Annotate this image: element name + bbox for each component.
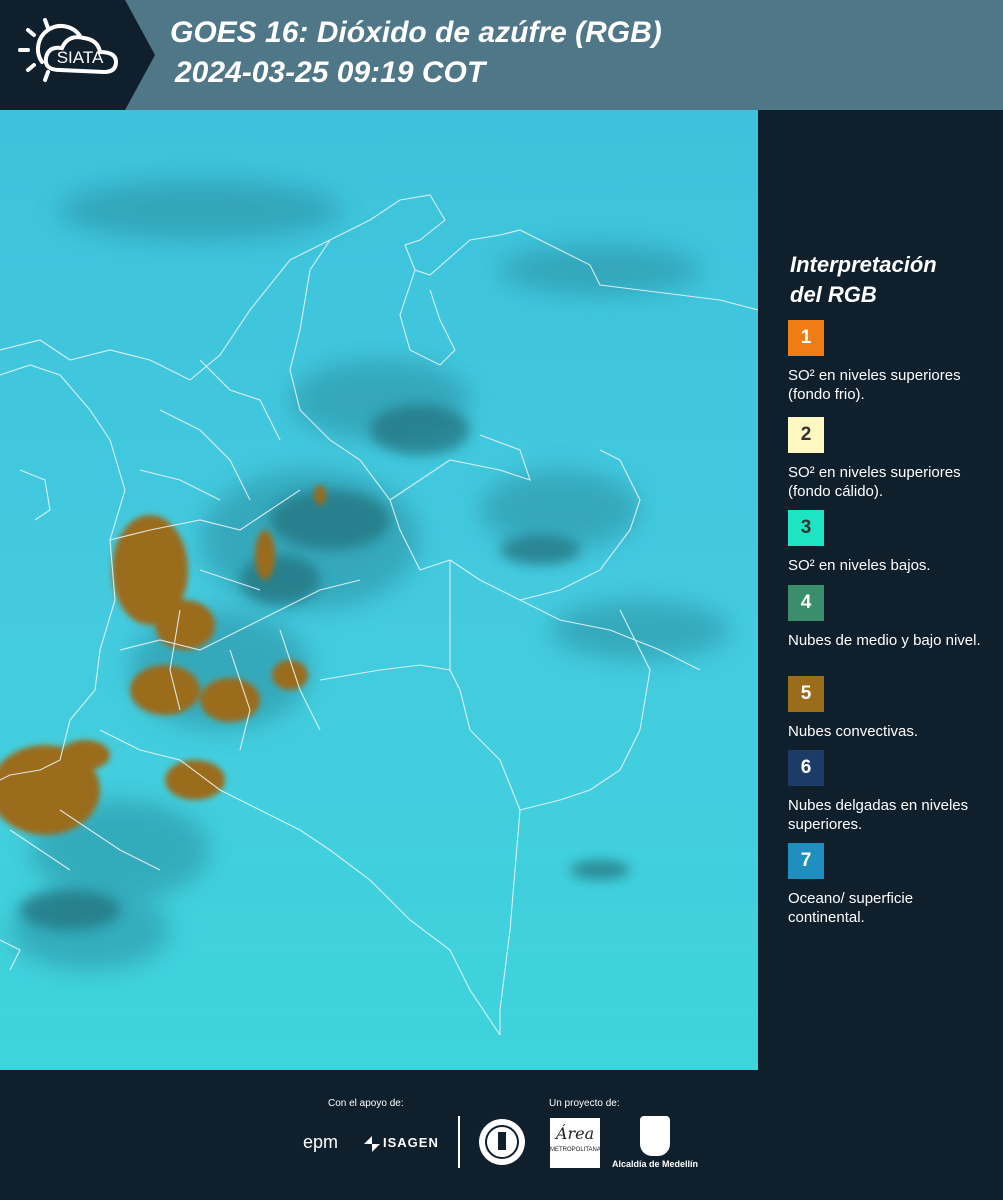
- project-label: Un proyecto de:: [549, 1098, 620, 1109]
- isagen-logo-text: ISAGEN: [383, 1135, 439, 1150]
- legend-title-line2: del RGB: [790, 282, 877, 307]
- legend-item-2: 2 SO² en niveles superiores (fondo cálid…: [788, 417, 993, 501]
- metropolitana-logo-text: Área: [555, 1124, 595, 1143]
- legend-text: Nubes convectivas.: [788, 723, 919, 740]
- legend-text: Nubes delgadas en niveles superiores.: [788, 797, 969, 833]
- seal-logo: [478, 1118, 526, 1171]
- legend-swatch-7: 7: [788, 843, 824, 879]
- legend-number: 5: [800, 683, 812, 704]
- legend-swatch-4: 4: [788, 585, 824, 621]
- header-bar: SIATA GOES 16: Dióxido de azúfre (RGB) 2…: [0, 0, 1003, 110]
- legend-number: 2: [800, 424, 812, 445]
- legend-swatch-3: 3: [788, 510, 824, 546]
- alcaldia-label: Alcaldía de Medellín: [612, 1159, 699, 1169]
- epm-logo: epm: [303, 1132, 339, 1152]
- legend-number: 4: [800, 592, 812, 613]
- legend-number: 7: [800, 850, 812, 871]
- legend-swatch-5: 5: [788, 676, 824, 712]
- page-title: GOES 16: Dióxido de azúfre (RGB): [170, 16, 662, 49]
- footer-divider: [458, 1116, 460, 1168]
- legend-item-1: 1 SO² en niveles superiores (fondo frio)…: [788, 320, 993, 404]
- legend-panel: Interpretación del RGB 1 SO² en niveles …: [758, 110, 1003, 1070]
- legend-swatch-6: 6: [788, 750, 824, 786]
- isagen-logo: [362, 1134, 382, 1159]
- metropolitana-logo: Área METROPOLITANA: [550, 1118, 601, 1168]
- alcaldia-shield-icon: [640, 1116, 670, 1156]
- support-label: Con el apoyo de:: [328, 1098, 404, 1109]
- legend-item-7: 7 Oceano/ superficie continental.: [788, 843, 993, 927]
- satellite-map: [0, 110, 758, 1070]
- metropolitana-logo-sub: METROPOLITANA: [550, 1147, 601, 1153]
- legend-item-4: 4 Nubes de medio y bajo nivel.: [788, 585, 993, 650]
- legend-number: 3: [800, 517, 812, 538]
- siata-logo-text: SIATA: [57, 48, 104, 67]
- legend-text: SO² en niveles superiores (fondo cálido)…: [788, 464, 961, 500]
- legend-number: 6: [800, 757, 812, 778]
- legend-text: SO² en niveles superiores (fondo frio).: [788, 367, 961, 403]
- legend-title: Interpretación del RGB: [790, 250, 990, 310]
- legend-item-3: 3 SO² en niveles bajos.: [788, 510, 993, 575]
- isagen-icon: [364, 1136, 380, 1152]
- seal-icon: [479, 1119, 525, 1165]
- legend-text: Oceano/ superficie continental.: [788, 890, 914, 926]
- page-timestamp: 2024-03-25 09:19 COT: [175, 56, 486, 89]
- siata-logo: SIATA: [0, 0, 155, 110]
- legend-item-6: 6 Nubes delgadas en niveles superiores.: [788, 750, 993, 834]
- legend-number: 1: [800, 327, 812, 348]
- legend-text: Nubes de medio y bajo nivel.: [788, 632, 981, 649]
- legend-swatch-2: 2: [788, 417, 824, 453]
- legend-item-5: 5 Nubes convectivas.: [788, 676, 993, 741]
- legend-text: SO² en niveles bajos.: [788, 557, 931, 574]
- footer: Con el apoyo de: Un proyecto de: epm ISA…: [0, 1070, 1003, 1200]
- legend-swatch-1: 1: [788, 320, 824, 356]
- legend-title-line1: Interpretación: [790, 252, 937, 277]
